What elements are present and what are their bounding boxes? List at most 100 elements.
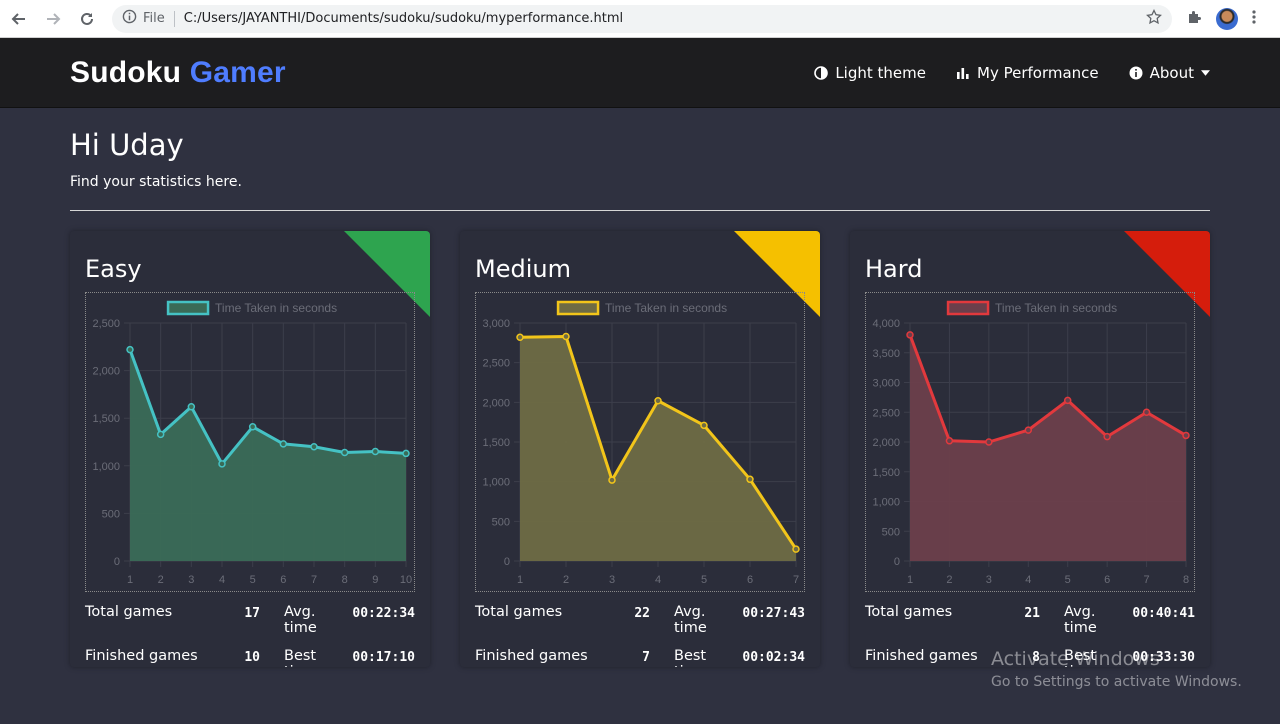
watermark-line1: Activate Windows <box>991 648 1160 670</box>
data-point <box>156 430 165 439</box>
reload-icon[interactable] <box>72 4 102 34</box>
y-tick-label: 500 <box>102 508 120 520</box>
file-scheme-label: File <box>143 11 165 26</box>
chart-svg: Time Taken in seconds 0 500 1,000 1,500 2,000… <box>872 300 1190 586</box>
address-bar[interactable]: File C:/Users/JAYANTHI/Documents/sudoku/… <box>112 4 1172 33</box>
x-tick-label: 1 <box>907 574 913 586</box>
stat-avg-time: 00:40:41 <box>1132 606 1195 621</box>
nav-about-dropdown[interactable]: About <box>1129 64 1210 82</box>
y-tick-label: 3,500 <box>872 348 900 360</box>
data-point <box>792 545 800 553</box>
y-tick-label: 2,500 <box>482 358 510 370</box>
x-tick-label: 7 <box>311 574 317 586</box>
x-tick-label: 7 <box>793 574 799 586</box>
x-tick-label: 3 <box>986 574 992 586</box>
data-point <box>516 333 524 342</box>
data-point <box>371 447 380 456</box>
x-tick-label: 6 <box>280 574 286 586</box>
performance-chart: Time Taken in seconds 0 500 1,000 1,500 2,000… <box>85 292 415 592</box>
stat-label: Total games <box>475 604 563 620</box>
stat-label: Total games <box>85 604 173 620</box>
data-point <box>402 449 410 458</box>
info-icon[interactable] <box>122 9 137 28</box>
stat-label: Finished games <box>85 648 198 664</box>
stat-avg-time: 00:27:43 <box>742 606 805 621</box>
data-point <box>1024 426 1033 434</box>
stat-finished-games: 10 <box>244 650 260 665</box>
data-point <box>1182 431 1190 440</box>
data-point <box>700 421 708 430</box>
stat-label: Best time <box>284 648 317 667</box>
data-point <box>562 332 570 341</box>
bookmark-star-icon[interactable] <box>1146 8 1162 29</box>
data-point <box>608 476 616 484</box>
legend-swatch <box>556 300 600 316</box>
main-content: Hi Uday Find your statistics here. Easy … <box>0 128 1280 667</box>
page-title: Hi Uday <box>70 128 184 162</box>
legend-swatch <box>166 300 210 316</box>
data-point <box>279 440 288 448</box>
caret-down-icon <box>1201 69 1210 76</box>
nav-my-performance[interactable]: My Performance <box>956 64 1099 82</box>
y-tick-label: 500 <box>882 526 900 538</box>
bar-chart-icon <box>957 67 969 79</box>
y-tick-label: 0 <box>504 556 510 568</box>
nav-my-performance-label: My Performance <box>977 63 1099 82</box>
x-tick-label: 10 <box>400 574 412 586</box>
y-tick-label: 1,500 <box>872 467 900 479</box>
stat-label: Finished games <box>475 648 588 664</box>
data-point <box>1103 432 1111 441</box>
x-tick-label: 3 <box>609 574 615 586</box>
brand-word-sudoku: Sudoku <box>70 55 182 89</box>
y-tick-label: 2,500 <box>92 318 120 330</box>
browser-toolbar: File C:/Users/JAYANTHI/Documents/sudoku/… <box>0 0 1280 38</box>
nav-light-theme[interactable]: Light theme <box>814 64 926 82</box>
url-text[interactable]: C:/Users/JAYANTHI/Documents/sudoku/sudok… <box>184 11 1146 26</box>
x-tick-label: 4 <box>1025 574 1031 586</box>
difficulty-card-hard: Hard Time Taken in seconds 0 500 1,000 1,500… <box>850 231 1210 667</box>
x-tick-label: 6 <box>1104 574 1110 586</box>
y-tick-label: 3,000 <box>482 318 510 330</box>
x-tick-label: 5 <box>250 574 256 586</box>
x-tick-label: 2 <box>946 574 952 586</box>
stat-label: Finished games <box>865 648 978 664</box>
stat-total-games: 17 <box>244 606 260 621</box>
y-tick-label: 4,000 <box>872 318 900 330</box>
brand-logo[interactable]: Sudoku Gamer <box>70 56 286 90</box>
x-tick-label: 4 <box>655 574 661 586</box>
data-point <box>187 403 196 411</box>
profile-avatar[interactable] <box>1216 7 1238 30</box>
stat-label: Best time <box>674 648 707 667</box>
stat-total-games: 21 <box>1024 606 1040 621</box>
half-circle-icon <box>814 65 829 80</box>
kebab-menu-icon[interactable] <box>1252 9 1256 29</box>
watermark-line2: Go to Settings to activate Windows. <box>991 674 1242 690</box>
stat-label: Total games <box>865 604 953 620</box>
data-point <box>985 438 993 446</box>
y-tick-label: 2,000 <box>92 366 120 378</box>
x-tick-label: 2 <box>158 574 164 586</box>
difficulty-card-easy: Easy Time Taken in seconds 0 500 1,000 1,500… <box>70 231 430 667</box>
difficulty-card-medium: Medium Time Taken in seconds 0 500 1,000 1,5… <box>460 231 820 667</box>
x-tick-label: 5 <box>701 574 707 586</box>
performance-chart: Time Taken in seconds 0 500 1,000 1,500 2,000… <box>475 292 805 592</box>
divider <box>173 10 175 27</box>
back-icon[interactable] <box>4 4 34 34</box>
stat-label: Avg. time <box>1064 604 1097 636</box>
x-tick-label: 1 <box>517 574 523 586</box>
x-tick-label: 3 <box>188 574 194 586</box>
data-point <box>654 396 662 405</box>
stat-label: Avg. time <box>674 604 707 636</box>
card-stats: Total games 17 Avg. time 00:22:34 Finish… <box>85 604 415 667</box>
nav-light-theme-label: Light theme <box>835 63 926 82</box>
x-tick-label: 8 <box>342 574 348 586</box>
y-tick-label: 1,000 <box>482 477 510 489</box>
y-tick-label: 1,000 <box>92 461 120 473</box>
stat-best-time: 00:02:34 <box>742 650 805 665</box>
y-tick-label: 1,500 <box>92 413 120 425</box>
x-tick-label: 5 <box>1065 574 1071 586</box>
extensions-puzzle-icon[interactable] <box>1186 9 1202 29</box>
x-tick-label: 8 <box>1183 574 1189 586</box>
forward-icon[interactable] <box>38 4 68 34</box>
data-point <box>248 423 257 431</box>
